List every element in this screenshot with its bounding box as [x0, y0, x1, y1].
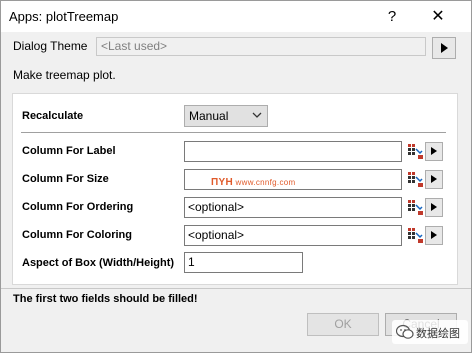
watermark-logo: ΠΥΗ www.cnnfg.com	[211, 177, 296, 188]
help-icon: ?	[387, 8, 397, 25]
recalculate-value: Manual	[189, 109, 229, 123]
column-size-input[interactable]: ΠΥΗ www.cnnfg.com	[184, 169, 402, 190]
dialog-theme-label: Dialog Theme	[13, 39, 88, 53]
column-coloring-arrow-button[interactable]	[425, 226, 443, 245]
column-selector-icon[interactable]	[406, 142, 424, 160]
column-selector-icon[interactable]	[406, 226, 424, 244]
arrow-right-icon	[431, 175, 437, 183]
column-label-arrow-button[interactable]	[425, 142, 443, 161]
column-size-arrow-button[interactable]	[425, 170, 443, 189]
section-divider	[21, 132, 446, 133]
column-selector-icon[interactable]	[406, 198, 424, 216]
dialog-theme-field[interactable]: <Last used>	[96, 37, 426, 56]
dialog-description: Make treemap plot.	[13, 68, 116, 82]
column-label-input[interactable]	[184, 141, 402, 162]
arrow-right-icon	[431, 203, 437, 211]
dialog-window: Apps: plotTreemap ? ✕ Dialog Theme <Last…	[0, 0, 472, 353]
close-icon: ✕	[431, 8, 445, 25]
column-selector-icon[interactable]	[406, 170, 424, 188]
column-coloring-input[interactable]: <optional>	[184, 225, 402, 246]
column-coloring-label: Column For Coloring	[22, 229, 132, 241]
status-message: The first two fields should be filled!	[13, 293, 198, 305]
watermark-text: 数据绘图	[416, 328, 460, 340]
arrow-right-icon	[431, 231, 437, 239]
column-ordering-arrow-button[interactable]	[425, 198, 443, 217]
theme-arrow-icon	[441, 43, 448, 53]
recalculate-label: Recalculate	[22, 110, 84, 122]
title-bar: Apps: plotTreemap ? ✕	[1, 1, 471, 32]
ok-button[interactable]: OK	[307, 313, 379, 336]
theme-menu-button[interactable]	[432, 37, 456, 59]
arrow-right-icon	[431, 147, 437, 155]
aspect-label: Aspect of Box (Width/Height)	[22, 257, 175, 269]
help-button[interactable]: ?	[375, 5, 409, 29]
column-ordering-label: Column For Ordering	[22, 201, 134, 213]
close-button[interactable]: ✕	[421, 5, 455, 29]
settings-panel: Recalculate Manual Column For Label Colu…	[12, 93, 458, 285]
chevron-down-icon	[252, 112, 262, 118]
column-ordering-input[interactable]: <optional>	[184, 197, 402, 218]
recalculate-dropdown[interactable]: Manual	[184, 105, 268, 127]
aspect-input[interactable]: 1	[184, 252, 303, 273]
column-label-label: Column For Label	[22, 145, 116, 157]
column-size-label: Column For Size	[22, 173, 109, 185]
footer-divider	[1, 288, 471, 289]
window-title: Apps: plotTreemap	[9, 9, 119, 24]
watermark-badge: 数据绘图	[392, 320, 468, 344]
wechat-icon	[396, 324, 414, 339]
